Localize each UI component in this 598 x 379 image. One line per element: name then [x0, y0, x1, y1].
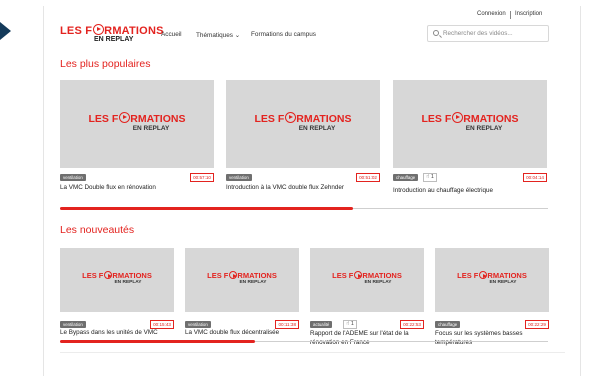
video-card[interactable]: LES F RMATIONS EN REPLAY ventilation 00:5… [226, 80, 380, 200]
category-tag[interactable]: chauffage [435, 321, 461, 328]
thumbs-up-icon: ☝ [426, 174, 430, 180]
carousel-progress-new[interactable] [60, 340, 548, 343]
auth-divider [510, 11, 511, 19]
progress-fill [60, 207, 353, 210]
duration-badge: 00:15:43 [150, 320, 174, 329]
thumbs-up-icon: ☝ [346, 321, 350, 327]
search-input[interactable] [443, 28, 543, 39]
video-thumbnail[interactable]: LES F RMATIONS EN REPLAY [310, 248, 424, 312]
category-tag[interactable]: chauffage [393, 174, 419, 181]
duration-badge: 00:04:14 [523, 173, 547, 182]
thumbnail-logo: LES F RMATIONS EN REPLAY [254, 112, 352, 132]
video-thumbnail[interactable]: LES F RMATIONS EN REPLAY [60, 248, 174, 312]
progress-fill [60, 340, 256, 343]
site-logo[interactable]: LES F RMATIONS EN REPLAY [60, 24, 163, 48]
like-counter[interactable]: ☝ 1 [423, 173, 437, 182]
video-thumbnail[interactable]: LES F RMATIONS EN REPLAY [435, 248, 549, 312]
video-thumbnail[interactable]: LES F RMATIONS EN REPLAY [393, 80, 547, 168]
play-icon [103, 271, 113, 279]
carousel-progress-popular[interactable] [60, 207, 548, 210]
nav-campus[interactable]: Formations du campus [251, 31, 316, 38]
thumbnail-logo: LES F RMATIONS EN REPLAY [207, 271, 277, 285]
video-thumbnail[interactable]: LES F RMATIONS EN REPLAY [226, 80, 380, 168]
nav-home[interactable]: Accueil [161, 31, 182, 38]
browser-page: LES F RMATIONS EN REPLAY Accueil Thématiq… [43, 6, 581, 376]
video-title[interactable]: La VMC double flux décentralisée [185, 329, 305, 338]
video-title[interactable]: Rapport de l'ADEME sur l'état de la réno… [310, 330, 424, 347]
thumbnail-logo: LES F RMATIONS EN REPLAY [421, 112, 519, 132]
play-icon [228, 271, 238, 279]
play-icon [92, 24, 104, 35]
play-icon [284, 112, 296, 123]
video-card[interactable]: LES F RMATIONS EN REPLAY ventilation 00:5… [60, 80, 214, 200]
thumbnail-logo: LES F RMATIONS EN REPLAY [82, 271, 152, 285]
section-divider [60, 352, 565, 353]
duration-badge: 00:22:29 [525, 320, 549, 329]
duration-badge: 00:11:38 [275, 320, 299, 329]
video-title[interactable]: Focus sur les systèmes basses températur… [435, 330, 549, 347]
signup-link[interactable]: Inscription [515, 11, 542, 17]
nav-themes[interactable]: Thématiques ⌄ [196, 31, 240, 39]
duration-badge: 00:51:02 [356, 173, 380, 182]
video-thumbnail[interactable]: LES F RMATIONS EN REPLAY [60, 80, 214, 168]
play-icon [353, 271, 363, 279]
video-title[interactable]: Le Bypass dans les unités de VMC [60, 329, 174, 338]
video-title[interactable]: Introduction à la VMC double flux Zehnde… [226, 184, 380, 193]
duration-badge: 00:22:53 [400, 320, 424, 329]
duration-badge: 00:57:10 [190, 173, 214, 182]
screenshot-stage: LES F RMATIONS EN REPLAY Accueil Thématiq… [0, 0, 598, 379]
video-title[interactable]: La VMC Double flux en rénovation [60, 184, 214, 193]
video-title[interactable]: Introduction au chauffage électrique [393, 187, 547, 196]
play-icon [451, 112, 463, 123]
category-tag[interactable]: actualité [310, 321, 333, 328]
chevron-down-icon: ⌄ [234, 32, 241, 39]
play-icon [478, 271, 488, 279]
thumbnail-logo: LES F RMATIONS EN REPLAY [332, 271, 402, 285]
like-counter[interactable]: ☝ 1 [343, 320, 357, 329]
video-thumbnail[interactable]: LES F RMATIONS EN REPLAY [185, 248, 299, 312]
thumbnail-logo: LES F RMATIONS EN REPLAY [88, 112, 186, 132]
category-tag[interactable]: ventilation [60, 174, 86, 181]
section-title-new: Les nouveautés [60, 224, 135, 236]
section-title-popular: Les plus populaires [60, 58, 151, 70]
search-icon [433, 30, 439, 36]
play-icon [118, 112, 130, 123]
login-link[interactable]: Connexion [477, 11, 506, 17]
category-tag[interactable]: ventilation [60, 321, 86, 328]
video-card[interactable]: LES F RMATIONS EN REPLAY chauffage ☝ 1 00… [393, 80, 547, 200]
category-tag[interactable]: ventilation [226, 174, 252, 181]
category-tag[interactable]: ventilation [185, 321, 211, 328]
thumbnail-logo: LES F RMATIONS EN REPLAY [457, 271, 527, 285]
left-arrow-icon [0, 22, 11, 40]
search-box[interactable] [427, 25, 549, 42]
